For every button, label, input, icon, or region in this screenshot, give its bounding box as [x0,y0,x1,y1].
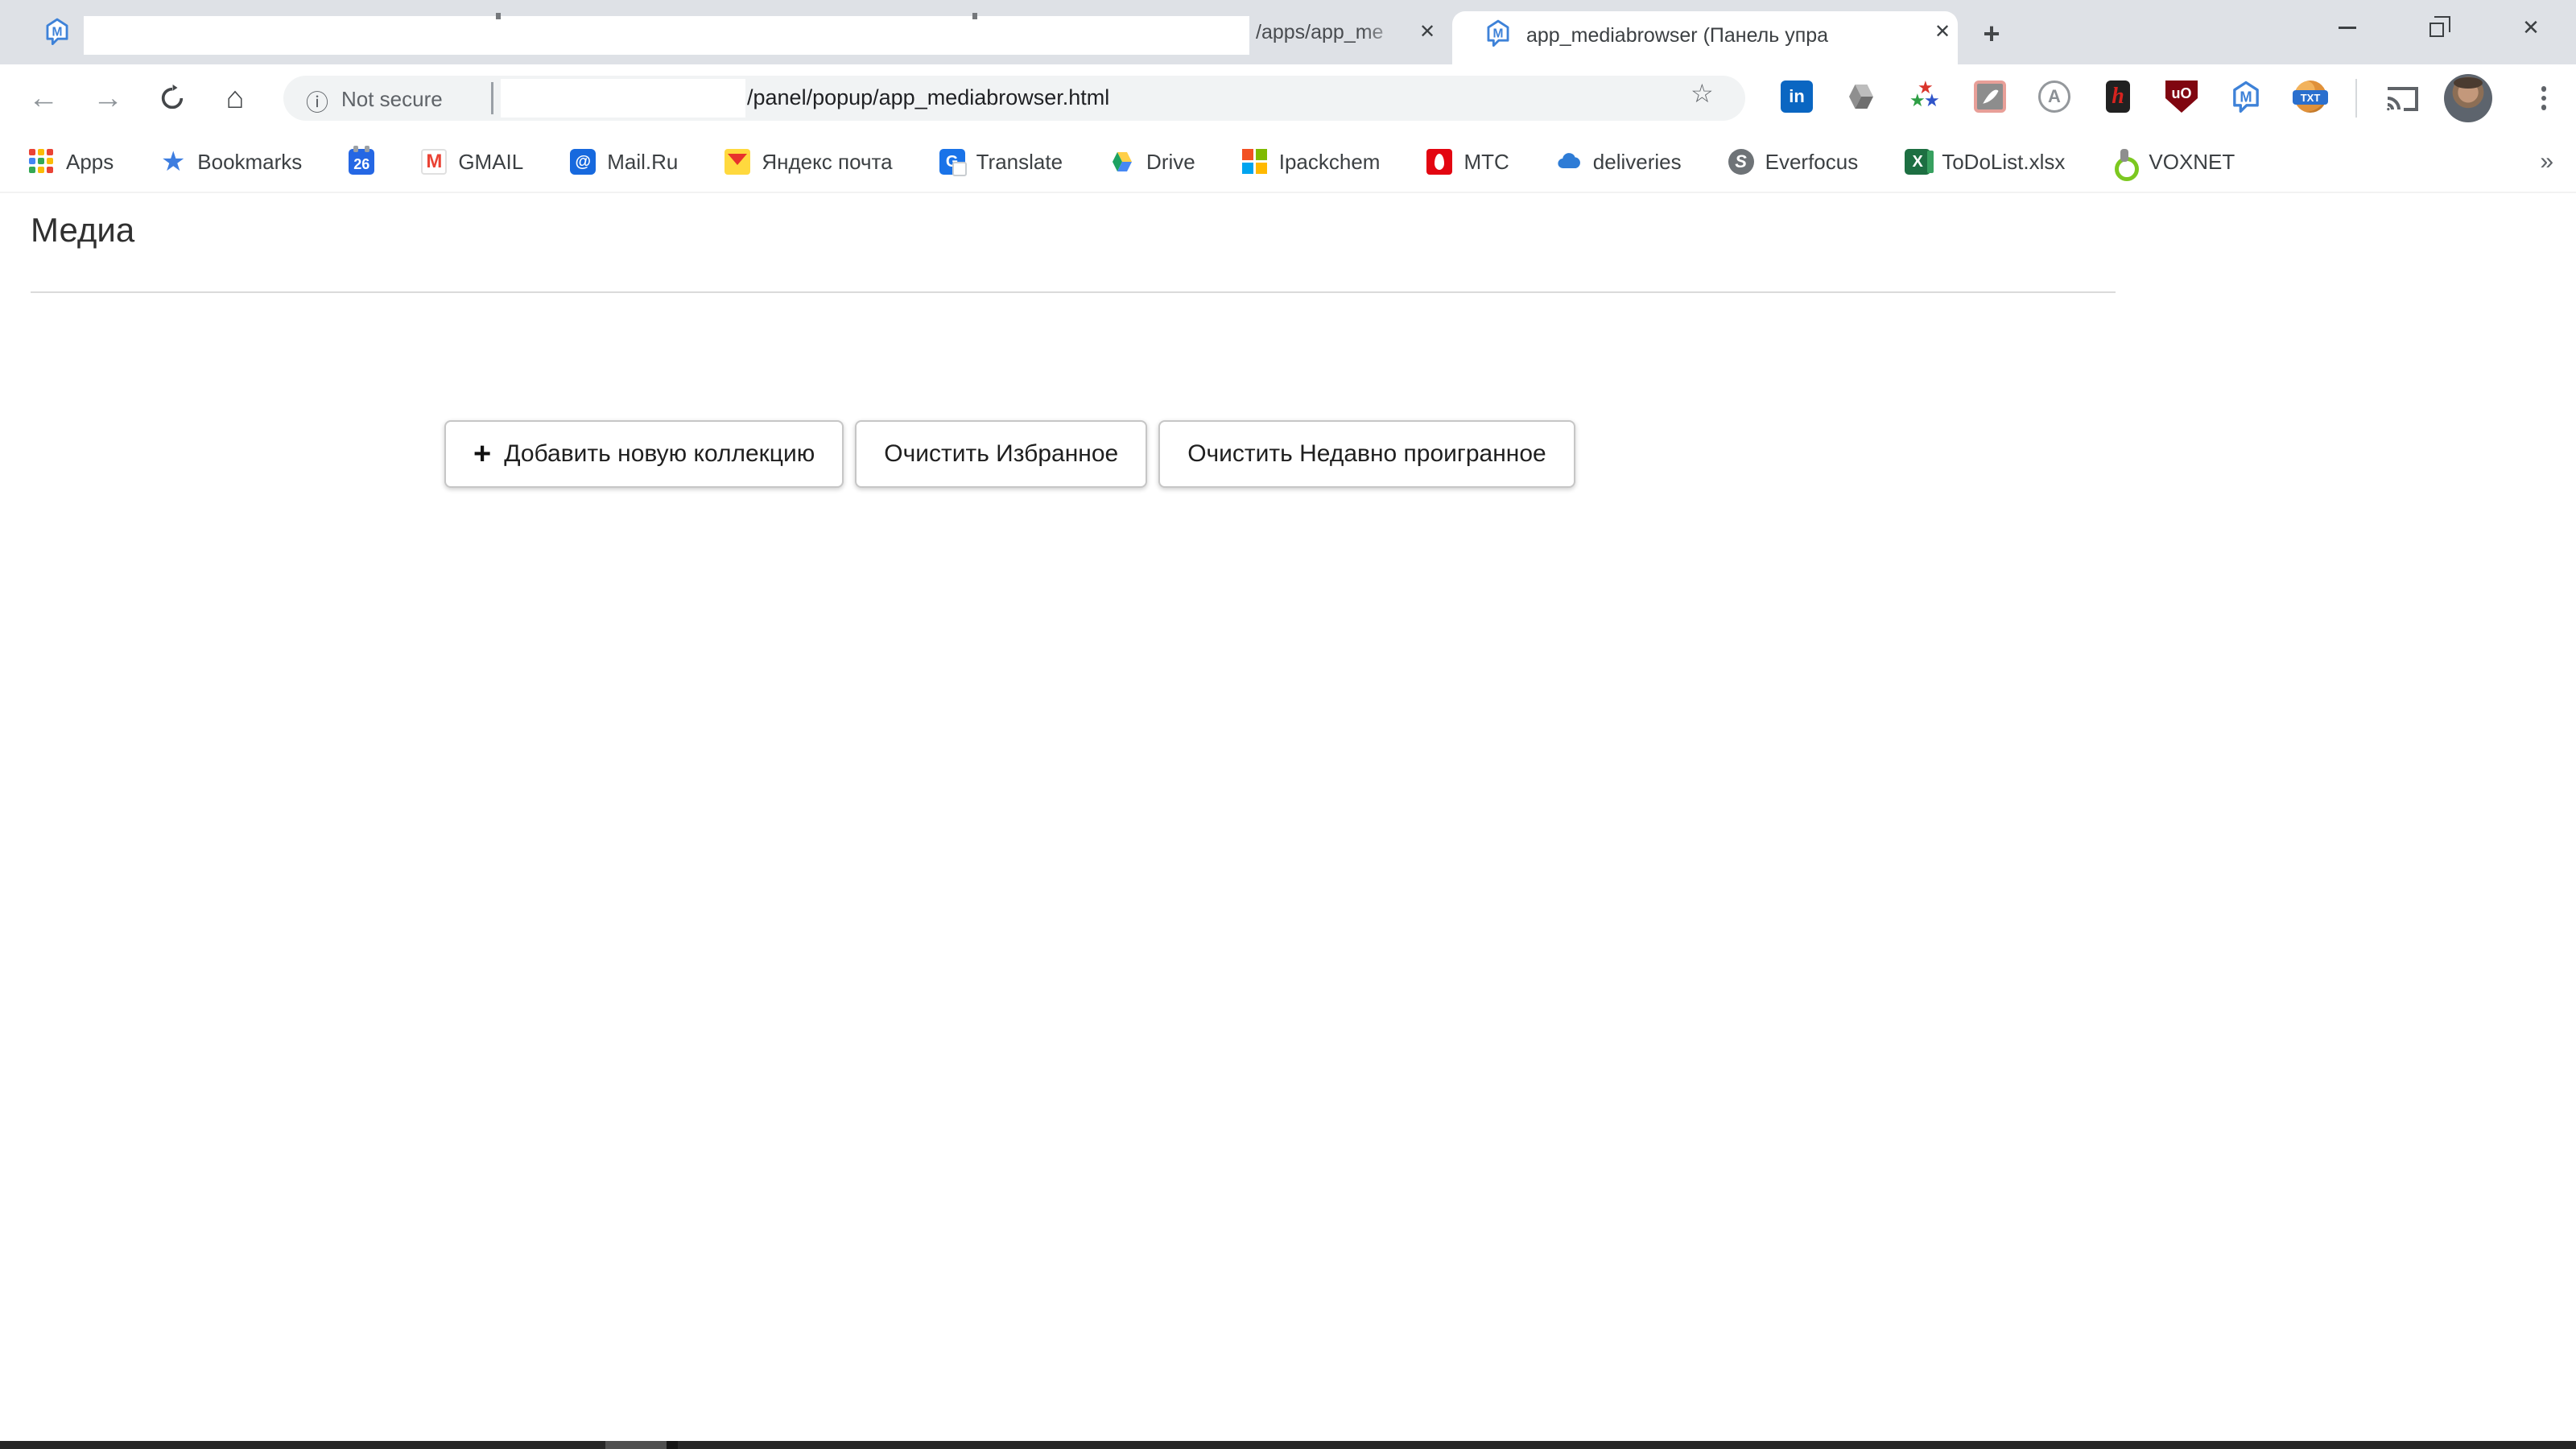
taskbar-segment [605,1441,667,1449]
bookmark-mts[interactable]: МТС [1426,149,1509,175]
window-minimize-button[interactable] [2309,0,2386,55]
toolbar-divider [2355,79,2357,118]
translate-icon: G [939,149,965,175]
page-info-icon[interactable]: ⓘ [306,85,328,118]
browser-toolbar: ← → ⌂ ⓘ Not secure /panel/popup/app_medi… [0,64,2576,132]
url-redaction [501,79,745,118]
url-text: /panel/popup/app_mediabrowser.html [747,85,1109,110]
bookmark-everfocus[interactable]: S Everfocus [1728,149,1859,175]
tab-title-fade [1362,21,1404,44]
tab-active[interactable]: M app_mediabrowser (Панель упра [1452,11,1958,64]
add-collection-button[interactable]: + Добавить новую коллекцию [444,420,844,488]
page-title: Медиа [31,211,134,250]
cloud-icon [1556,149,1582,175]
tab-active-close-icon[interactable]: ✕ [1929,18,1956,45]
window-close-button[interactable]: ✕ [2492,0,2570,55]
bookmark-gmail[interactable]: M GMAIL [421,149,523,175]
taskbar-edge [0,1441,2576,1449]
page-content: Медиа + Добавить новую коллекцию Очистит… [0,193,2576,1441]
microsoft-icon [1242,149,1268,175]
globe-icon: S [1728,149,1754,175]
reload-button[interactable] [145,64,200,132]
home-button[interactable]: ⌂ [208,64,262,132]
clear-favorites-button[interactable]: Очистить Избранное [855,420,1147,488]
clear-recently-played-button[interactable]: Очистить Недавно проигранное [1158,420,1575,488]
bookmark-apps[interactable]: Apps [29,149,114,175]
close-icon: ✕ [2522,15,2540,40]
mailru-icon: @ [570,149,596,175]
h-extension-icon[interactable]: h [2106,80,2130,113]
gmail-icon: M [421,149,447,175]
restore-icon [2429,23,2444,37]
tab-title-redaction [84,16,1249,55]
bookmark-todolist[interactable]: X ToDoList.xlsx [1905,149,2065,175]
bookmark-bookmarks[interactable]: ★ Bookmarks [160,149,302,175]
tab-title-fade [1852,24,1893,47]
txt-globe-extension-icon[interactable]: TXT [2294,80,2326,113]
tab-strip: M /apps/app_me ✕ M app_mediabrowser (Пан… [0,0,2576,64]
tab-inactive-close-icon[interactable]: ✕ [1414,18,1441,45]
blue-star-icon: ★ [160,149,186,175]
svg-text:M: M [1493,27,1504,41]
action-buttons-row: + Добавить новую коллекцию Очистить Избр… [444,420,1575,488]
bookmark-yandex-mail[interactable]: Яндекс почта [724,149,892,175]
bookmark-drive[interactable]: Drive [1109,149,1195,175]
mediabrowser-favicon-icon: M [43,18,71,52]
linkedin-extension-icon[interactable]: in [1781,80,1813,113]
tab-active-title: app_mediabrowser (Панель упра [1526,24,1893,47]
a-circle-extension-icon[interactable]: A [2038,80,2070,113]
bookmark-deliveries[interactable]: deliveries [1556,149,1682,175]
bookmark-star-icon[interactable]: ☆ [1690,80,1714,106]
mediabrowser-favicon-icon: M [1484,19,1512,53]
gray-drive-extension-icon[interactable] [1845,80,1877,113]
bookmark-calendar[interactable]: 26 [349,149,374,175]
redaction-artifact [972,13,977,19]
bookmarks-overflow-chevron[interactable]: » [2540,148,2553,175]
forward-button[interactable]: → [80,64,135,132]
not-secure-label: Not secure [341,87,443,112]
omnibox-separator [491,82,493,114]
redaction-artifact [496,13,501,19]
browser-menu-icon[interactable] [2528,79,2560,118]
heading-divider [31,291,2116,293]
new-tab-button[interactable]: + [1974,16,2009,52]
plus-icon: + [473,439,491,469]
drive-icon [1109,149,1135,175]
bookmark-ipackchem[interactable]: Ipackchem [1242,149,1381,175]
apps-grid-icon [29,149,55,175]
window-restore-button[interactable] [2401,0,2478,55]
bookmark-voxnet[interactable]: VOXNET [2112,149,2235,175]
bookmarks-bar: Apps ★ Bookmarks 26 M GMAIL @ Mail.Ru Ян… [0,132,2576,193]
voxnet-icon [2112,149,2137,175]
extensions-row: in ★ ★ ★ A h uO M TXT [1781,80,2326,113]
calendar-icon: 26 [349,149,374,175]
ublock-origin-extension-icon[interactable]: uO [2165,80,2198,113]
address-bar[interactable]: ⓘ Not secure /panel/popup/app_mediabrows… [283,76,1745,121]
cast-icon[interactable] [2383,79,2421,118]
profile-avatar[interactable] [2444,74,2492,122]
minimize-icon [2339,27,2356,29]
back-button[interactable]: ← [16,64,71,132]
browser-window: M /apps/app_me ✕ M app_mediabrowser (Пан… [0,0,2576,1449]
bookmark-mailru[interactable]: @ Mail.Ru [570,149,678,175]
color-stars-extension-icon[interactable]: ★ ★ ★ [1909,80,1942,113]
mts-icon [1426,149,1452,175]
mediabrowser-extension-icon[interactable]: M [2230,80,2262,113]
svg-text:M: M [2240,89,2252,105]
taskbar-segment [667,1441,678,1449]
yandex-mail-icon [724,149,750,175]
svg-text:M: M [52,26,63,39]
acrobat-extension-icon[interactable] [1974,80,2006,113]
tab-inactive[interactable]: /apps/app_me [1256,21,1404,44]
bookmark-translate[interactable]: G Translate [939,149,1063,175]
excel-icon: X [1905,149,1930,175]
